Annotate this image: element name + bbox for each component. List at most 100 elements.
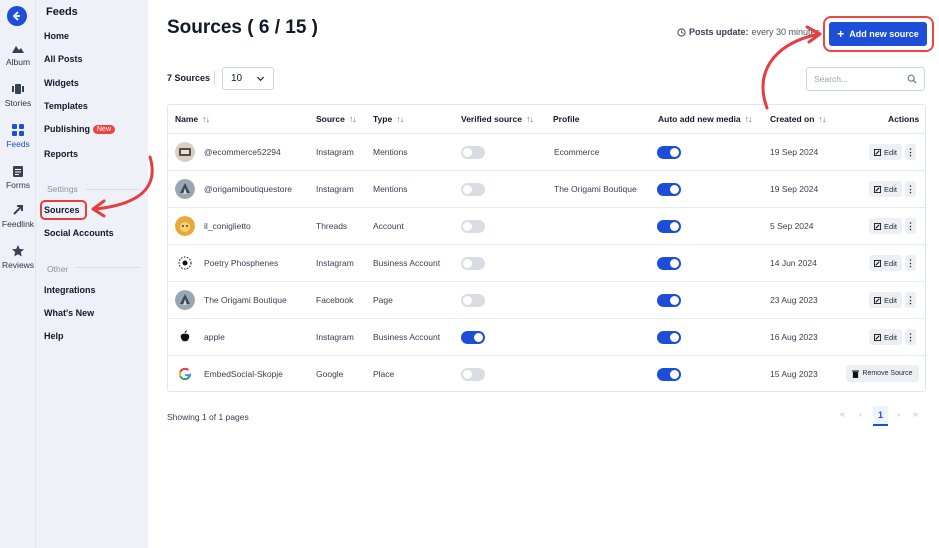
rail-item-feeds[interactable]: Feeds: [0, 123, 36, 149]
more-options-icon[interactable]: ⋮: [905, 329, 916, 345]
source-platform: Instagram: [316, 258, 354, 268]
sidebar-item-all-posts[interactable]: All Posts: [44, 54, 83, 64]
edit-button[interactable]: Edit: [869, 292, 902, 308]
edit-button[interactable]: Edit: [869, 255, 902, 271]
source-type: Business Account: [373, 258, 441, 268]
auto-add-media-toggle[interactable]: [657, 220, 681, 233]
sidebar-item-help[interactable]: Help: [44, 331, 64, 341]
verified-source-toggle[interactable]: [461, 220, 485, 233]
icon-rail: Album Stories Feeds Forms Feedlink Revie…: [0, 0, 36, 548]
sort-icon[interactable]: ↑↓: [396, 114, 404, 124]
more-options-icon[interactable]: ⋮: [905, 181, 916, 197]
rail-item-stories[interactable]: Stories: [0, 82, 36, 108]
rail-item-feedlink[interactable]: Feedlink: [0, 203, 36, 229]
created-date: 23 Aug 2023: [770, 295, 818, 305]
verified-source-toggle[interactable]: [461, 368, 485, 381]
rail-label-feeds: Feeds: [6, 139, 30, 149]
sidebar-item-publishing[interactable]: Publishing New: [44, 124, 116, 134]
sort-icon[interactable]: ↑↓: [526, 114, 534, 124]
sidebar-item-whats-new[interactable]: What's New: [44, 308, 94, 318]
rail-item-forms[interactable]: Forms: [0, 164, 36, 190]
verified-source-toggle[interactable]: [461, 331, 485, 344]
verified-source-toggle[interactable]: [461, 257, 485, 270]
first-page-icon[interactable]: «: [840, 409, 845, 419]
sort-icon[interactable]: ↑↓: [745, 114, 753, 124]
verified-source-toggle[interactable]: [461, 294, 485, 307]
created-date: 5 Sep 2024: [770, 221, 814, 231]
created-date: 19 Sep 2024: [770, 184, 819, 194]
column-header-source[interactable]: Source ↑↓: [316, 114, 357, 124]
posts-update-info: Posts update: every 30 minutes: [677, 27, 820, 37]
rail-item-album[interactable]: Album: [0, 41, 36, 67]
column-header-verified[interactable]: Verified source ↑↓: [461, 114, 534, 124]
created-date: 16 Aug 2023: [770, 332, 818, 342]
sources-highlight-box: [40, 200, 87, 220]
sort-icon[interactable]: ↑↓: [202, 114, 210, 124]
more-options-icon[interactable]: ⋮: [905, 292, 916, 308]
column-label: Auto add new media: [658, 114, 741, 124]
auto-add-media-toggle[interactable]: [657, 331, 681, 344]
prev-page-icon[interactable]: ‹: [859, 409, 862, 419]
edit-button[interactable]: Edit: [869, 181, 902, 197]
sort-icon[interactable]: ↑↓: [818, 114, 826, 124]
page-button-current[interactable]: 1: [873, 406, 888, 426]
column-header-created[interactable]: Created on ↑↓: [770, 114, 826, 124]
source-name: apple: [204, 332, 225, 342]
clipboard-icon: [13, 166, 23, 177]
sort-icon[interactable]: ↑↓: [349, 114, 357, 124]
sidebar-item-templates[interactable]: Templates: [44, 101, 88, 111]
source-name: Poetry Phosphenes: [204, 258, 279, 268]
created-date: 14 Jun 2024: [770, 258, 817, 268]
logo-icon[interactable]: [7, 6, 27, 26]
auto-add-media-toggle[interactable]: [657, 368, 681, 381]
sidebar-item-reports[interactable]: Reports: [44, 149, 78, 159]
source-name: il_coniglietto: [204, 221, 251, 231]
table-row: apple Instagram Business Account 16 Aug 202…: [168, 318, 925, 355]
source-platform: Google: [316, 369, 344, 379]
verified-source-toggle[interactable]: [461, 146, 485, 159]
more-options-icon[interactable]: ⋮: [905, 218, 916, 234]
edit-label: Edit: [884, 295, 897, 305]
search-icon: [907, 74, 917, 84]
column-label: Verified source: [461, 114, 522, 124]
stories-icon: [12, 84, 24, 94]
verified-source-toggle[interactable]: [461, 183, 485, 196]
per-page-select[interactable]: 10: [222, 67, 274, 90]
column-label: Type: [373, 114, 393, 124]
sidebar-title: Feeds: [46, 6, 78, 18]
last-page-icon[interactable]: »: [913, 409, 918, 419]
posts-update-label: Posts update:: [689, 27, 749, 37]
add-new-source-button[interactable]: + Add new source: [829, 22, 927, 46]
source-avatar: [175, 142, 195, 162]
source-name: @ecommerce52294: [204, 147, 281, 157]
column-header-profile: Profile: [553, 114, 579, 124]
column-header-type[interactable]: Type ↑↓: [373, 114, 404, 124]
column-header-auto-add[interactable]: Auto add new media ↑↓: [658, 114, 753, 124]
column-label: Actions: [888, 114, 920, 124]
table-row: @origamiboutiquestore Instagram Mentions Th…: [168, 170, 925, 207]
feeds-sidebar: Feeds Home All Posts Widgets Templates P…: [36, 0, 148, 548]
next-page-icon[interactable]: ›: [897, 409, 900, 419]
auto-add-media-toggle[interactable]: [657, 257, 681, 270]
more-options-icon[interactable]: ⋮: [905, 144, 916, 160]
rail-item-reviews[interactable]: Reviews: [0, 244, 36, 270]
sidebar-item-social-accounts[interactable]: Social Accounts: [44, 228, 114, 238]
edit-button[interactable]: Edit: [869, 218, 902, 234]
auto-add-media-toggle[interactable]: [657, 146, 681, 159]
pagination-summary: Showing 1 of 1 pages: [167, 412, 249, 422]
column-header-name[interactable]: Name ↑↓: [175, 114, 210, 124]
source-profile: The Origami Boutique: [554, 184, 637, 194]
edit-button[interactable]: Edit: [869, 329, 902, 345]
sidebar-item-widgets[interactable]: Widgets: [44, 78, 79, 88]
auto-add-media-toggle[interactable]: [657, 294, 681, 307]
auto-add-media-toggle[interactable]: [657, 183, 681, 196]
search-input[interactable]: Search...: [806, 67, 925, 91]
remove-source-button[interactable]: Remove Source: [846, 365, 919, 382]
sidebar-item-home[interactable]: Home: [44, 31, 69, 41]
source-type: Place: [373, 369, 395, 379]
sidebar-item-integrations[interactable]: Integrations: [44, 285, 96, 295]
edit-button[interactable]: Edit: [869, 144, 902, 160]
table-row: il_coniglietto Threads Account 5 Sep 2024 Ed…: [168, 207, 925, 244]
more-options-icon[interactable]: ⋮: [905, 255, 916, 271]
source-avatar: [175, 364, 195, 384]
